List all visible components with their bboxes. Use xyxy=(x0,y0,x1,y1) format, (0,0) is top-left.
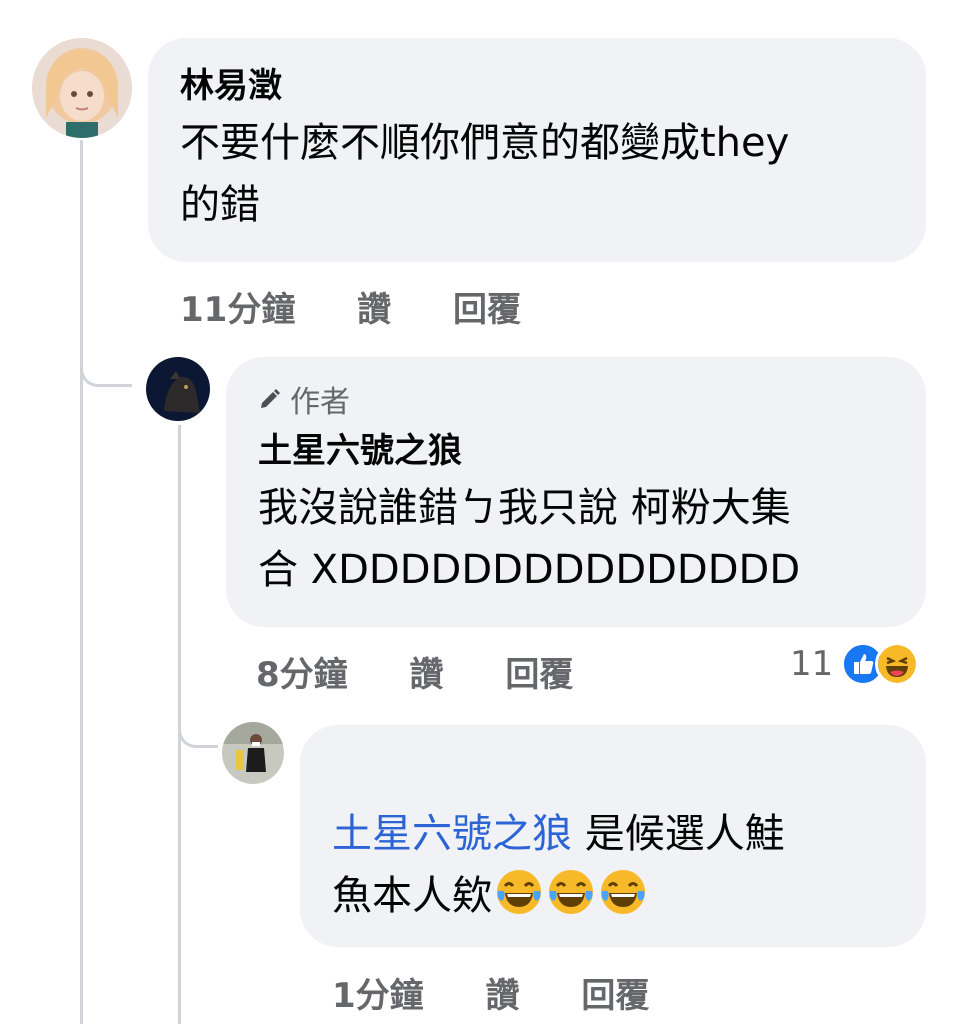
comment-bubble-1: 林易澂 不要什麼不順你們意的都變成they 的錯 xyxy=(148,38,926,262)
comment-meta-3: 1分鐘 讚 回覆 xyxy=(332,968,649,1017)
comment-meta-2: 8分鐘 讚 回覆 xyxy=(256,647,573,696)
comment-text-line: 我沒說誰錯ㄅ我只說 柯粉大集 xyxy=(258,485,791,531)
comment-text-line: 土星六號之狼 是候選人鮭 xyxy=(332,801,894,867)
reply-button[interactable]: 回覆 xyxy=(505,647,573,696)
reaction-summary[interactable]: 11 xyxy=(790,642,920,686)
comment-author-name[interactable] xyxy=(332,757,894,797)
author-badge-label: 作者 xyxy=(290,385,350,420)
avatar-image xyxy=(32,38,132,138)
avatar-image xyxy=(146,357,210,421)
avatar-image xyxy=(222,722,284,784)
comment-bubble-3: 土星六號之狼 是候選人鮭 魚本人欸 xyxy=(300,725,926,947)
comment-text-segment: 是候選人鮭 xyxy=(572,811,785,857)
comment-text-line: 的錯 xyxy=(180,182,260,228)
tears-of-joy-emoji xyxy=(497,870,541,914)
reply-button[interactable]: 回覆 xyxy=(453,282,521,331)
comment-text-line: 合 XDDDDDDDDDDDDDDD xyxy=(258,547,801,593)
like-button[interactable]: 讚 xyxy=(410,647,444,696)
reaction-count: 11 xyxy=(790,644,834,684)
thread-connector-reply-1 xyxy=(80,300,132,387)
pencil-icon xyxy=(261,389,280,408)
thread-connector-reply-2 xyxy=(178,660,218,748)
mention-link[interactable]: 土星六號之狼 xyxy=(332,811,572,857)
reply-button[interactable]: 回覆 xyxy=(581,968,649,1017)
comment-time[interactable]: 8分鐘 xyxy=(256,647,348,696)
tears-of-joy-emoji xyxy=(601,870,645,914)
comment-text-segment: 魚本人欸 xyxy=(332,873,492,919)
comment-author-name[interactable]: 土星六號之狼 xyxy=(258,431,894,471)
like-button[interactable]: 讚 xyxy=(357,282,391,331)
haha-icon xyxy=(875,642,920,686)
avatar-commenter-1[interactable] xyxy=(32,38,132,138)
comment-text-line: 不要什麼不順你們意的都變成they xyxy=(180,120,790,166)
comment-author-name[interactable]: 林易澂 xyxy=(180,66,894,106)
avatar-commenter-3[interactable] xyxy=(222,722,284,784)
tears-of-joy-emoji xyxy=(549,870,593,914)
comment-time[interactable]: 1分鐘 xyxy=(332,968,424,1017)
avatar-commenter-2[interactable] xyxy=(146,357,210,421)
comment-meta-1: 11分鐘 讚 回覆 xyxy=(180,282,521,331)
comment-text-line: 魚本人欸 xyxy=(332,863,894,929)
author-badge: 作者 xyxy=(258,379,894,420)
comment-time[interactable]: 11分鐘 xyxy=(180,282,295,331)
comment-bubble-2: 作者 土星六號之狼 我沒說誰錯ㄅ我只說 柯粉大集 合 XDDDDDDDDDDDD… xyxy=(226,357,926,627)
thread-line-main xyxy=(80,140,83,1024)
like-button[interactable]: 讚 xyxy=(486,968,520,1017)
